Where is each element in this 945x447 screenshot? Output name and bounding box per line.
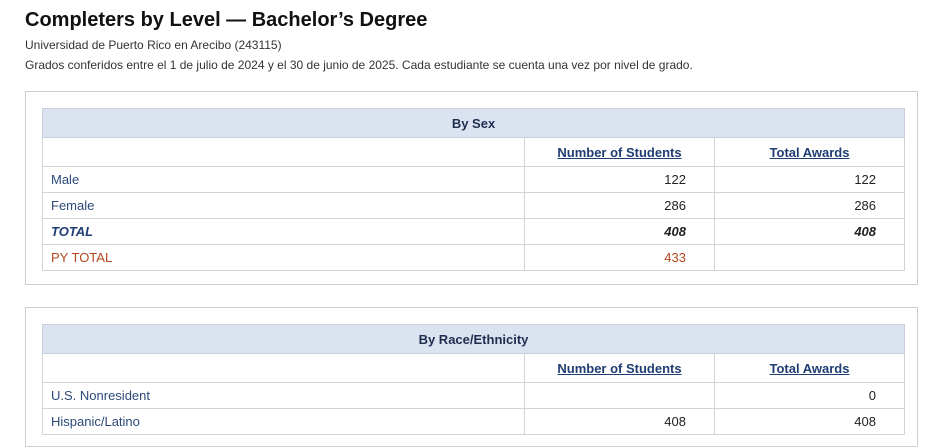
date-range-note: Grados conferidos entre el 1 de julio de…: [25, 58, 693, 72]
total-awards-sort-link[interactable]: Total Awards: [770, 145, 850, 160]
table-row: Female 286 286: [42, 192, 906, 219]
awards-value: 122: [713, 166, 906, 193]
total-label: TOTAL: [42, 218, 525, 245]
table-row: Male 122 122: [42, 166, 906, 193]
row-label-us-nonresident: U.S. Nonresident: [42, 382, 525, 409]
number-of-students-sort-link[interactable]: Number of Students: [557, 361, 681, 376]
empty-header-cell: [42, 353, 525, 383]
table-row: Hispanic/Latino 408 408: [42, 408, 905, 435]
awards-value: 0: [714, 382, 905, 409]
py-total-row: PY TOTAL 433: [42, 244, 906, 271]
total-students-value: 408: [524, 218, 715, 245]
students-value: 286: [524, 192, 715, 219]
awards-value: 408: [714, 408, 905, 435]
institution-name: Universidad de Puerto Rico en Arecibo (2…: [25, 38, 282, 52]
py-total-students-value: 433: [524, 244, 715, 271]
by-sex-heading: By Sex: [41, 108, 906, 138]
by-sex-table: By Sex Number of Students Total Awards M…: [41, 108, 906, 271]
total-awards-header[interactable]: Total Awards: [714, 353, 905, 383]
students-value: [524, 382, 715, 409]
by-race-heading: By Race/Ethnicity: [42, 324, 905, 354]
number-of-students-header[interactable]: Number of Students: [524, 353, 715, 383]
by-sex-panel: By Sex Number of Students Total Awards M…: [25, 91, 918, 285]
empty-header-cell: [42, 137, 525, 167]
row-label-hispanic-latino: Hispanic/Latino: [42, 408, 525, 435]
number-of-students-sort-link[interactable]: Number of Students: [557, 145, 681, 160]
row-label-female: Female: [42, 192, 525, 219]
py-total-label: PY TOTAL: [42, 244, 525, 271]
by-race-panel: By Race/Ethnicity Number of Students Tot…: [25, 307, 918, 447]
by-race-table: By Race/Ethnicity Number of Students Tot…: [42, 324, 905, 435]
total-awards-sort-link[interactable]: Total Awards: [770, 361, 850, 376]
total-awards-value: 408: [713, 218, 906, 245]
students-value: 408: [524, 408, 715, 435]
row-label-male: Male: [42, 166, 525, 193]
students-value: 122: [524, 166, 715, 193]
total-awards-header[interactable]: Total Awards: [713, 137, 906, 167]
total-row: TOTAL 408 408: [42, 218, 906, 245]
awards-value: 286: [713, 192, 906, 219]
page-title: Completers by Level — Bachelor’s Degree: [25, 9, 428, 31]
number-of-students-header[interactable]: Number of Students: [524, 137, 715, 167]
py-total-awards-value: [713, 244, 906, 271]
table-row: U.S. Nonresident 0: [42, 382, 905, 409]
